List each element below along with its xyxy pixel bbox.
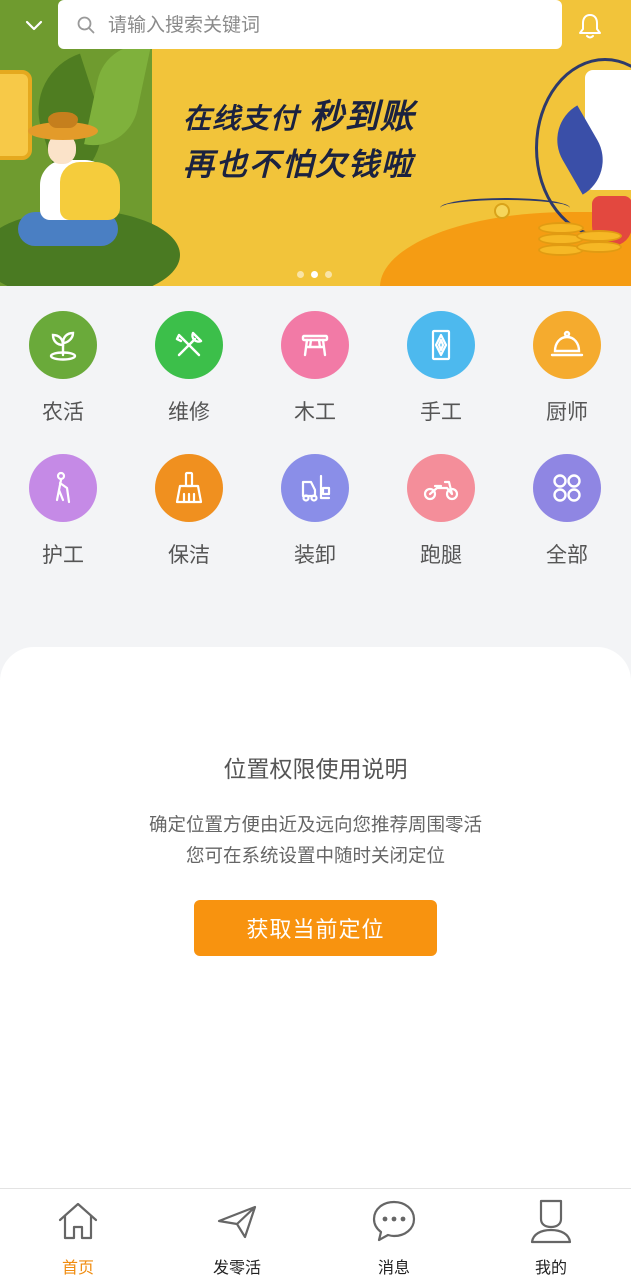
nav-item-home[interactable]: 首页 [18,1197,138,1280]
tools-icon [155,311,223,379]
top-bar [0,0,631,52]
nav-label: 我的 [534,1258,567,1277]
category-errand[interactable]: 跑腿 [378,454,504,584]
banner-line1-b: 秒到账 [309,97,415,137]
category-label: 木工 [294,400,336,424]
banner-line2: 再也不怕欠钱啦 [183,147,414,183]
leaf-decoration [84,36,151,154]
page-dot-active [311,271,318,278]
search-bar[interactable] [58,0,562,49]
category-handcraft[interactable]: 手工 [378,311,504,441]
phone-icon [0,70,32,160]
search-icon [77,16,95,33]
nav-label: 首页 [61,1258,94,1277]
home-icon [58,1202,98,1240]
category-label: 厨师 [546,400,588,424]
cloche-icon [533,311,601,379]
coin-icon [576,241,622,253]
category-label: 护工 [42,543,84,567]
category-label: 农活 [42,400,84,424]
category-farming[interactable]: 农活 [0,311,126,441]
location-desc-line1: 确定位置方便由近及远向您推荐周围零活 [148,815,482,836]
banner-ball-decoration [494,203,510,219]
bell-icon [579,14,601,39]
category-label: 装卸 [294,543,336,567]
location-dropdown-button[interactable] [18,10,50,42]
category-label: 手工 [420,400,462,424]
location-permission-card: 位置权限使用说明 确定位置方便由近及远向您推荐周围零活 您可在系统设置中随时关闭… [0,647,631,1189]
category-label: 维修 [168,400,210,424]
page-dot [325,271,332,278]
category-label: 全部 [546,543,588,567]
farmer-hat [48,112,78,128]
page-dot [297,271,304,278]
category-caregiver[interactable]: 护工 [0,454,126,584]
nav-item-profile[interactable]: 我的 [491,1197,611,1280]
category-cleaning[interactable]: 保洁 [126,454,252,584]
search-input[interactable] [108,13,528,36]
nav-item-messages[interactable]: 消息 [334,1197,454,1280]
banner-page-indicator [297,271,332,278]
nav-label: 消息 [377,1258,410,1277]
category-carpentry[interactable]: 木工 [252,311,378,441]
category-label: 跑腿 [420,543,462,567]
message-icon [372,1200,416,1242]
category-chef[interactable]: 厨师 [504,311,630,441]
elderly-icon [29,454,97,522]
nav-item-post-job[interactable]: 发零活 [177,1197,297,1280]
broom-icon [155,454,223,522]
category-grid: 农活 维修 木工 手工 厨师 护工 保洁 装卸 跑腿 全部 [0,286,631,646]
notification-button[interactable] [575,10,605,42]
craft-icon [407,311,475,379]
farmer-figure [60,162,120,220]
category-label: 保洁 [168,543,210,567]
forklift-icon [281,454,349,522]
category-all[interactable]: 全部 [504,454,630,584]
banner-line1-a: 在线支付 [183,102,300,135]
grid-icon [533,454,601,522]
motorbike-icon [407,454,475,522]
chevron-down-icon [25,20,43,31]
user-icon [530,1199,572,1244]
nav-label: 发零活 [212,1258,261,1277]
bench-icon [281,311,349,379]
banner-headline: 在线支付 秒到账 再也不怕欠钱啦 [183,94,415,188]
get-location-button[interactable]: 获取当前定位 [194,900,437,956]
location-desc-line2: 您可在系统设置中随时关闭定位 [185,846,445,867]
category-repair[interactable]: 维修 [126,311,252,441]
location-title: 位置权限使用说明 [223,757,408,783]
category-loading[interactable]: 装卸 [252,454,378,584]
bottom-nav: 首页 发零活 消息 我的 [0,1188,631,1280]
sprout-icon [29,311,97,379]
send-icon [217,1205,257,1239]
